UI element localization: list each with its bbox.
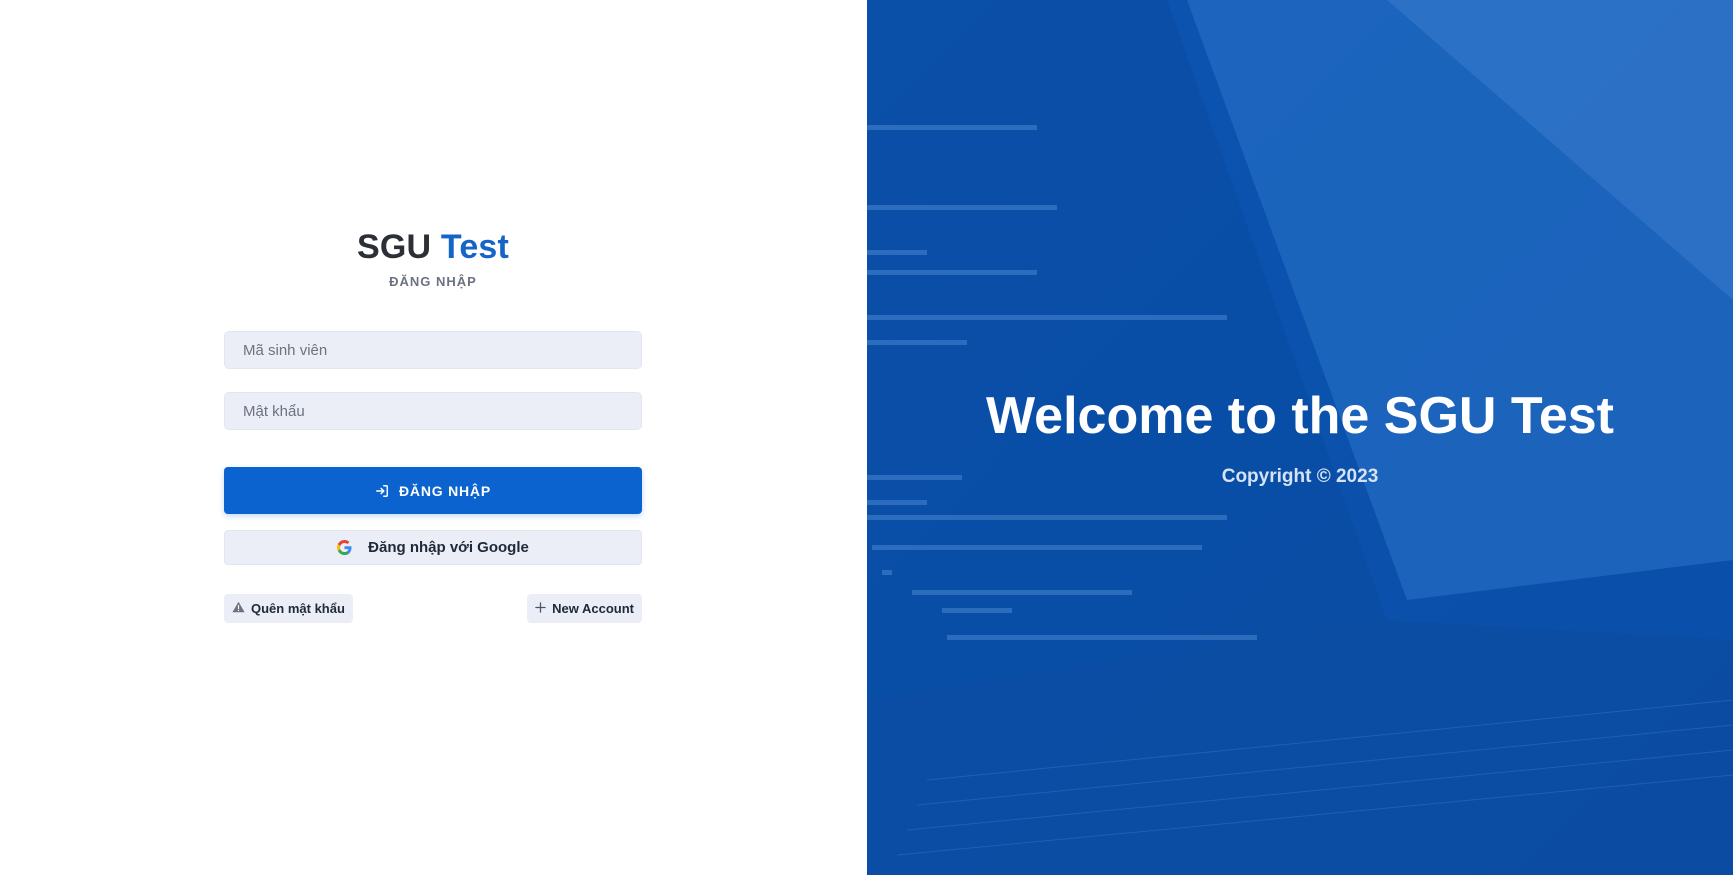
brand-name-accent: Test [440, 228, 510, 266]
google-icon [337, 540, 352, 555]
new-account-link[interactable]: New Account [527, 594, 642, 623]
google-login-button[interactable]: Đăng nhập với Google [224, 530, 642, 565]
plus-icon [535, 601, 546, 616]
student-id-input[interactable] [241, 340, 625, 360]
brand-logo: SGU Test [224, 226, 642, 268]
forgot-password-link[interactable]: Quên mật khẩu [224, 594, 353, 623]
login-page: SGU Test ĐĂNG NHẬP ĐĂNG NHẬP [0, 0, 1733, 875]
hero-panel: Welcome to the SGU Test Copyright © 2023 [867, 0, 1733, 875]
password-input[interactable] [241, 401, 625, 421]
student-id-field[interactable] [224, 331, 642, 369]
login-arrow-icon [375, 484, 389, 498]
auth-links: Quên mật khẩu New Account [224, 594, 642, 623]
brand-name-primary: SGU [356, 228, 432, 266]
hero-welcome-title: Welcome to the SGU Test [986, 387, 1614, 445]
login-panel: SGU Test ĐĂNG NHẬP ĐĂNG NHẬP [0, 0, 867, 875]
forgot-password-label: Quên mật khẩu [251, 601, 345, 616]
login-form: SGU Test ĐĂNG NHẬP ĐĂNG NHẬP [224, 226, 642, 623]
hero-copyright: Copyright © 2023 [1221, 466, 1379, 487]
warning-icon [232, 601, 245, 616]
login-button-label: ĐĂNG NHẬP [399, 482, 491, 499]
new-account-label: New Account [552, 601, 634, 616]
google-login-label: Đăng nhập với Google [368, 539, 529, 556]
form-title: ĐĂNG NHẬP [389, 274, 477, 289]
password-field[interactable] [224, 392, 642, 430]
login-button[interactable]: ĐĂNG NHẬP [224, 467, 642, 514]
